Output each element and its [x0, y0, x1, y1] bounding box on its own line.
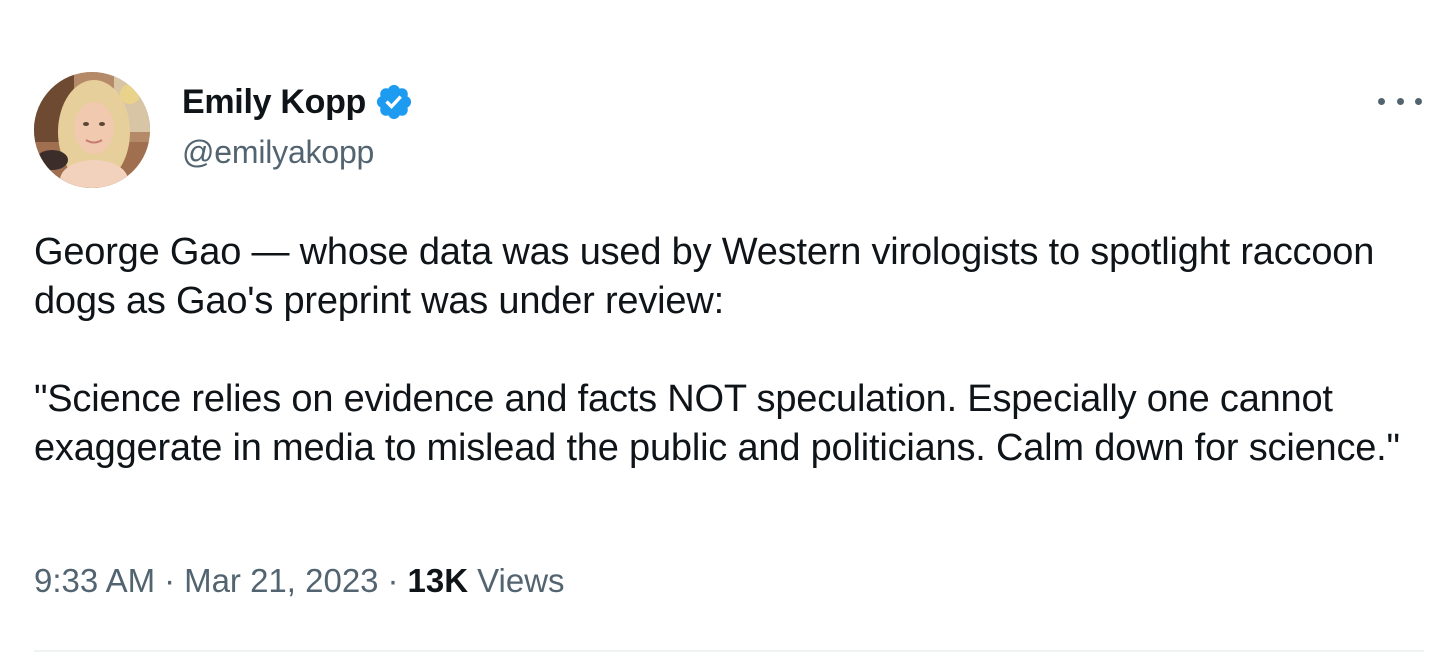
separator-dot: · — [164, 562, 176, 599]
tweet-paragraph: George Gao — whose data was used by West… — [34, 231, 1385, 322]
separator-dot: · — [387, 562, 399, 599]
author-name-row: Emily Kopp — [182, 80, 414, 124]
tweet-paragraph: "Science relies on evidence and facts NO… — [34, 378, 1400, 469]
views-count: 13K — [407, 562, 469, 599]
tweet-metadata: 9:33 AM · Mar 21, 2023 · 13K Views — [34, 562, 565, 600]
author-avatar[interactable] — [34, 72, 150, 188]
tweet-time[interactable]: 9:33 AM — [34, 562, 155, 600]
more-dot — [1378, 97, 1385, 105]
author-display-name[interactable]: Emily Kopp — [182, 83, 366, 122]
more-options-icon[interactable] — [1378, 86, 1422, 116]
views-label: Views — [477, 562, 565, 599]
avatar-image — [34, 72, 150, 188]
tweet-card: Emily Kopp @emilyakopp George Gao — whos… — [0, 0, 1456, 666]
tweet-date[interactable]: Mar 21, 2023 — [184, 562, 378, 600]
tweet-text: George Gao — whose data was used by West… — [34, 228, 1424, 473]
author-handle[interactable]: @emilyakopp — [182, 134, 374, 171]
more-dot — [1415, 97, 1422, 105]
more-dot — [1396, 97, 1404, 105]
verified-badge-icon[interactable] — [374, 82, 414, 122]
divider — [34, 650, 1424, 652]
